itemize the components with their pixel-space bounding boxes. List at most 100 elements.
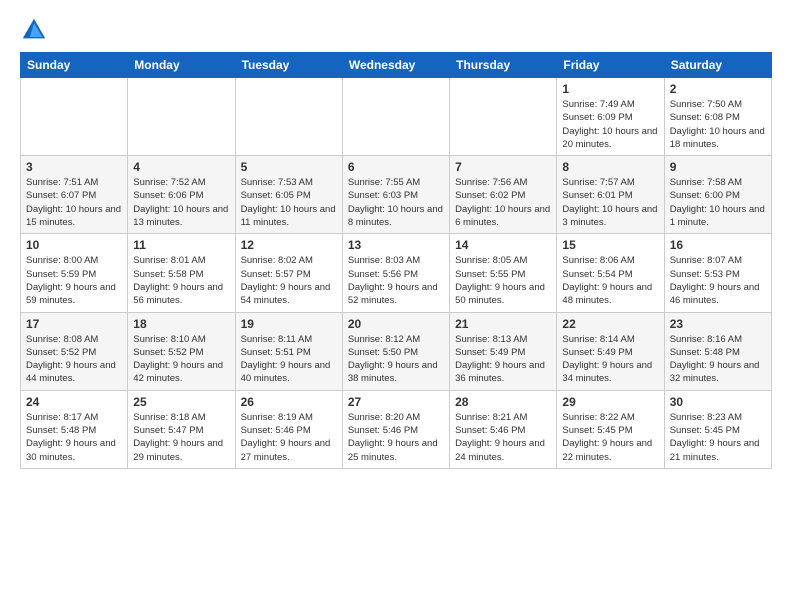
- weekday-header-thursday: Thursday: [450, 53, 557, 78]
- day-info: Sunrise: 8:19 AM Sunset: 5:46 PM Dayligh…: [241, 411, 337, 464]
- weekday-header-saturday: Saturday: [664, 53, 771, 78]
- day-info: Sunrise: 8:11 AM Sunset: 5:51 PM Dayligh…: [241, 333, 337, 386]
- calendar-cell: 11 Sunrise: 8:01 AM Sunset: 5:58 PM Dayli…: [128, 234, 235, 312]
- calendar-cell: 27 Sunrise: 8:20 AM Sunset: 5:46 PM Dayli…: [342, 390, 449, 468]
- calendar-cell: [342, 78, 449, 156]
- calendar-cell: 5 Sunrise: 7:53 AM Sunset: 6:05 PM Daylig…: [235, 156, 342, 234]
- day-number: 13: [348, 238, 444, 252]
- weekday-header-wednesday: Wednesday: [342, 53, 449, 78]
- day-number: 11: [133, 238, 229, 252]
- day-info: Sunrise: 8:05 AM Sunset: 5:55 PM Dayligh…: [455, 254, 551, 307]
- calendar-cell: 6 Sunrise: 7:55 AM Sunset: 6:03 PM Daylig…: [342, 156, 449, 234]
- day-info: Sunrise: 8:02 AM Sunset: 5:57 PM Dayligh…: [241, 254, 337, 307]
- day-number: 20: [348, 317, 444, 331]
- day-number: 1: [562, 82, 658, 96]
- calendar-cell: [21, 78, 128, 156]
- calendar-week-row: 17Sunrise: 8:08 AM Sunset: 5:52 PM Dayli…: [21, 312, 772, 390]
- calendar-week-row: 3 Sunrise: 7:51 AM Sunset: 6:07 PM Daylig…: [21, 156, 772, 234]
- calendar-cell: 3 Sunrise: 7:51 AM Sunset: 6:07 PM Daylig…: [21, 156, 128, 234]
- day-number: 29: [562, 395, 658, 409]
- day-number: 17: [26, 317, 122, 331]
- calendar-cell: 16 Sunrise: 8:07 AM Sunset: 5:53 PM Dayli…: [664, 234, 771, 312]
- calendar-cell: 22 Sunrise: 8:14 AM Sunset: 5:49 PM Dayli…: [557, 312, 664, 390]
- calendar-cell: 14 Sunrise: 8:05 AM Sunset: 5:55 PM Dayli…: [450, 234, 557, 312]
- calendar-cell: 23 Sunrise: 8:16 AM Sunset: 5:48 PM Dayli…: [664, 312, 771, 390]
- day-number: 3: [26, 160, 122, 174]
- calendar-cell: [128, 78, 235, 156]
- calendar-cell: 21 Sunrise: 8:13 AM Sunset: 5:49 PM Dayli…: [450, 312, 557, 390]
- day-number: 12: [241, 238, 337, 252]
- day-number: 30: [670, 395, 766, 409]
- day-info: Sunrise: 7:53 AM Sunset: 6:05 PM Dayligh…: [241, 176, 337, 229]
- day-number: 14: [455, 238, 551, 252]
- calendar-cell: 28 Sunrise: 8:21 AM Sunset: 5:46 PM Dayli…: [450, 390, 557, 468]
- day-info: Sunrise: 8:01 AM Sunset: 5:58 PM Dayligh…: [133, 254, 229, 307]
- day-info: Sunrise: 8:13 AM Sunset: 5:49 PM Dayligh…: [455, 333, 551, 386]
- day-info: Sunrise: 8:10 AM Sunset: 5:52 PM Dayligh…: [133, 333, 229, 386]
- day-number: 27: [348, 395, 444, 409]
- page: SundayMondayTuesdayWednesdayThursdayFrid…: [0, 0, 792, 485]
- day-info: Sunrise: 8:16 AM Sunset: 5:48 PM Dayligh…: [670, 333, 766, 386]
- calendar-cell: 18Sunrise: 8:10 AM Sunset: 5:52 PM Dayli…: [128, 312, 235, 390]
- day-info: Sunrise: 8:06 AM Sunset: 5:54 PM Dayligh…: [562, 254, 658, 307]
- day-number: 6: [348, 160, 444, 174]
- calendar-cell: 8Sunrise: 7:57 AM Sunset: 6:01 PM Daylig…: [557, 156, 664, 234]
- day-info: Sunrise: 7:58 AM Sunset: 6:00 PM Dayligh…: [670, 176, 766, 229]
- day-number: 2: [670, 82, 766, 96]
- calendar-cell: [450, 78, 557, 156]
- logo: [20, 16, 52, 44]
- calendar-cell: 17Sunrise: 8:08 AM Sunset: 5:52 PM Dayli…: [21, 312, 128, 390]
- calendar-cell: 24 Sunrise: 8:17 AM Sunset: 5:48 PM Dayli…: [21, 390, 128, 468]
- day-number: 5: [241, 160, 337, 174]
- day-number: 22: [562, 317, 658, 331]
- calendar-cell: 20 Sunrise: 8:12 AM Sunset: 5:50 PM Dayli…: [342, 312, 449, 390]
- day-info: Sunrise: 7:51 AM Sunset: 6:07 PM Dayligh…: [26, 176, 122, 229]
- day-info: Sunrise: 7:55 AM Sunset: 6:03 PM Dayligh…: [348, 176, 444, 229]
- calendar-cell: [235, 78, 342, 156]
- day-number: 21: [455, 317, 551, 331]
- calendar-week-row: 10Sunrise: 8:00 AM Sunset: 5:59 PM Dayli…: [21, 234, 772, 312]
- calendar-cell: 2 Sunrise: 7:50 AM Sunset: 6:08 PM Daylig…: [664, 78, 771, 156]
- day-info: Sunrise: 8:22 AM Sunset: 5:45 PM Dayligh…: [562, 411, 658, 464]
- day-info: Sunrise: 8:18 AM Sunset: 5:47 PM Dayligh…: [133, 411, 229, 464]
- calendar-week-row: 1Sunrise: 7:49 AM Sunset: 6:09 PM Daylig…: [21, 78, 772, 156]
- day-info: Sunrise: 8:21 AM Sunset: 5:46 PM Dayligh…: [455, 411, 551, 464]
- day-number: 23: [670, 317, 766, 331]
- weekday-header-row: SundayMondayTuesdayWednesdayThursdayFrid…: [21, 53, 772, 78]
- day-number: 9: [670, 160, 766, 174]
- day-info: Sunrise: 8:12 AM Sunset: 5:50 PM Dayligh…: [348, 333, 444, 386]
- day-info: Sunrise: 7:50 AM Sunset: 6:08 PM Dayligh…: [670, 98, 766, 151]
- calendar-cell: 19Sunrise: 8:11 AM Sunset: 5:51 PM Dayli…: [235, 312, 342, 390]
- day-info: Sunrise: 8:00 AM Sunset: 5:59 PM Dayligh…: [26, 254, 122, 307]
- day-number: 26: [241, 395, 337, 409]
- day-info: Sunrise: 7:52 AM Sunset: 6:06 PM Dayligh…: [133, 176, 229, 229]
- day-info: Sunrise: 8:07 AM Sunset: 5:53 PM Dayligh…: [670, 254, 766, 307]
- calendar-cell: 9 Sunrise: 7:58 AM Sunset: 6:00 PM Daylig…: [664, 156, 771, 234]
- calendar-cell: 29 Sunrise: 8:22 AM Sunset: 5:45 PM Dayli…: [557, 390, 664, 468]
- day-info: Sunrise: 8:03 AM Sunset: 5:56 PM Dayligh…: [348, 254, 444, 307]
- day-number: 28: [455, 395, 551, 409]
- weekday-header-monday: Monday: [128, 53, 235, 78]
- logo-icon: [20, 16, 48, 44]
- day-number: 24: [26, 395, 122, 409]
- calendar-cell: 4Sunrise: 7:52 AM Sunset: 6:06 PM Daylig…: [128, 156, 235, 234]
- day-number: 25: [133, 395, 229, 409]
- calendar-cell: 15Sunrise: 8:06 AM Sunset: 5:54 PM Dayli…: [557, 234, 664, 312]
- day-info: Sunrise: 8:17 AM Sunset: 5:48 PM Dayligh…: [26, 411, 122, 464]
- weekday-header-tuesday: Tuesday: [235, 53, 342, 78]
- day-info: Sunrise: 8:14 AM Sunset: 5:49 PM Dayligh…: [562, 333, 658, 386]
- calendar-week-row: 24 Sunrise: 8:17 AM Sunset: 5:48 PM Dayli…: [21, 390, 772, 468]
- day-number: 8: [562, 160, 658, 174]
- day-number: 7: [455, 160, 551, 174]
- header: [20, 16, 772, 44]
- weekday-header-sunday: Sunday: [21, 53, 128, 78]
- calendar-cell: 25 Sunrise: 8:18 AM Sunset: 5:47 PM Dayli…: [128, 390, 235, 468]
- day-info: Sunrise: 8:20 AM Sunset: 5:46 PM Dayligh…: [348, 411, 444, 464]
- calendar-cell: 7 Sunrise: 7:56 AM Sunset: 6:02 PM Daylig…: [450, 156, 557, 234]
- calendar-cell: 26 Sunrise: 8:19 AM Sunset: 5:46 PM Dayli…: [235, 390, 342, 468]
- day-info: Sunrise: 7:56 AM Sunset: 6:02 PM Dayligh…: [455, 176, 551, 229]
- day-number: 16: [670, 238, 766, 252]
- calendar-cell: 10Sunrise: 8:00 AM Sunset: 5:59 PM Dayli…: [21, 234, 128, 312]
- calendar-cell: 12 Sunrise: 8:02 AM Sunset: 5:57 PM Dayli…: [235, 234, 342, 312]
- calendar-cell: 13 Sunrise: 8:03 AM Sunset: 5:56 PM Dayli…: [342, 234, 449, 312]
